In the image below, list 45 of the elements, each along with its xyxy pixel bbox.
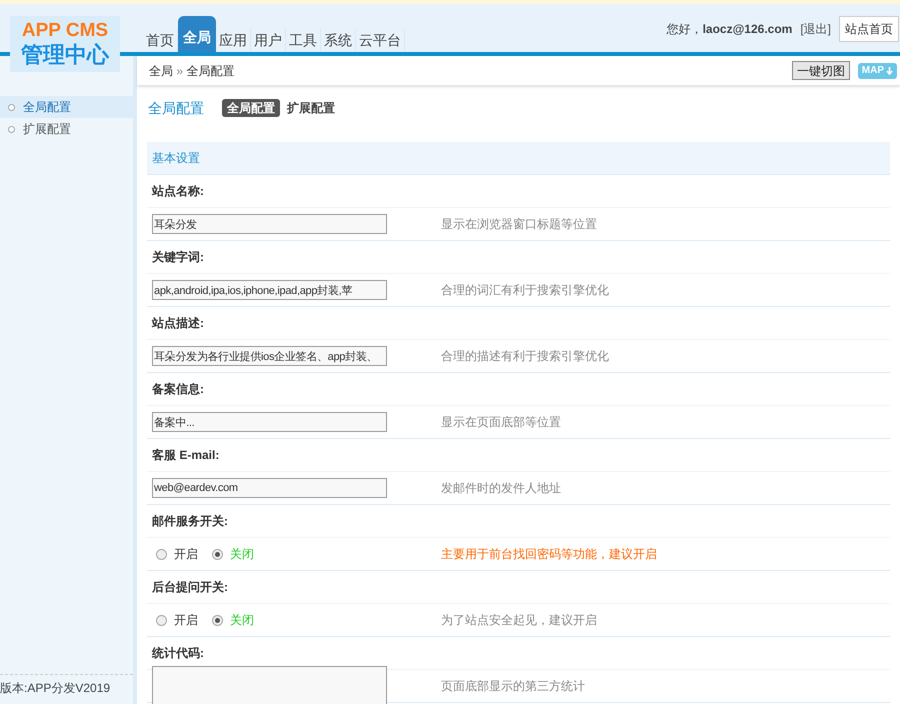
text-field[interactable]: apk,android,ipa,ios,iphone,ipad,app封装,苹 — [152, 280, 387, 300]
radio-label: 开启 — [174, 612, 198, 629]
nav-tab[interactable]: 全局 — [178, 16, 216, 52]
site-home-button[interactable]: 站点首页 — [839, 16, 899, 42]
version-text: 版本:APP分发V2019 — [0, 681, 110, 695]
field-hint: 为了站点安全起见，建议开启 — [441, 612, 597, 629]
page-title: 全局配置 — [148, 98, 204, 118]
section-header: 基本设置 — [147, 142, 890, 175]
field-label: 关键字词: — [152, 249, 204, 266]
field-label: 后台提问开关: — [152, 579, 228, 596]
logo: APP CMS 管理中心 — [10, 16, 120, 72]
field-label: 站点描述: — [152, 315, 204, 332]
field-label: 统计代码: — [152, 645, 204, 662]
greeting-text: 您好，laocz@126.com — [666, 21, 792, 38]
field-hint: 显示在页面底部等位置 — [441, 414, 561, 431]
field-label: 备案信息: — [152, 381, 204, 398]
field-label: 站点名称: — [152, 183, 204, 200]
field-label: 客服 E-mail: — [152, 447, 220, 464]
down-arrow-icon — [886, 66, 893, 74]
field-hint: 主要用于前台找回密码等功能，建议开启 — [441, 546, 657, 563]
sidebar-item[interactable]: 扩展配置 — [0, 118, 133, 140]
field-hint: 发邮件时的发件人地址 — [441, 480, 561, 497]
config-tab[interactable]: 扩展配置 — [284, 99, 338, 117]
text-field[interactable]: 备案中... — [152, 412, 387, 432]
radio-button[interactable] — [156, 548, 167, 560]
text-field[interactable]: 耳朵分发 — [152, 214, 387, 234]
config-tab[interactable]: 全局配置 — [222, 99, 280, 117]
text-field[interactable]: web@eardev.com — [152, 478, 387, 498]
field-hint: 显示在浏览器窗口标题等位置 — [441, 216, 597, 233]
logout-link[interactable]: [退出] — [800, 20, 831, 38]
code-field[interactable] — [152, 666, 387, 704]
field-label: 邮件服务开关: — [152, 513, 228, 530]
sidebar-item[interactable]: 全局配置 — [0, 96, 133, 118]
radio-button[interactable] — [212, 614, 223, 626]
text-field[interactable]: 耳朵分发为各行业提供ios企业签名、app封装、 — [152, 346, 387, 366]
radio-label: 关闭 — [230, 546, 254, 563]
field-hint: 合理的描述有利于搜索引擎优化 — [441, 348, 609, 365]
radio-button[interactable] — [212, 548, 223, 560]
breadcrumb: 全局 » 全局配置 — [149, 62, 234, 80]
radio-button[interactable] — [156, 614, 167, 626]
field-hint: 页面底部显示的第三方统计 — [441, 678, 585, 695]
slice-button[interactable]: 一键切图 — [792, 61, 850, 80]
radio-label: 关闭 — [230, 612, 254, 629]
radio-label: 开启 — [174, 546, 198, 563]
field-hint: 合理的词汇有利于搜索引擎优化 — [441, 282, 609, 299]
